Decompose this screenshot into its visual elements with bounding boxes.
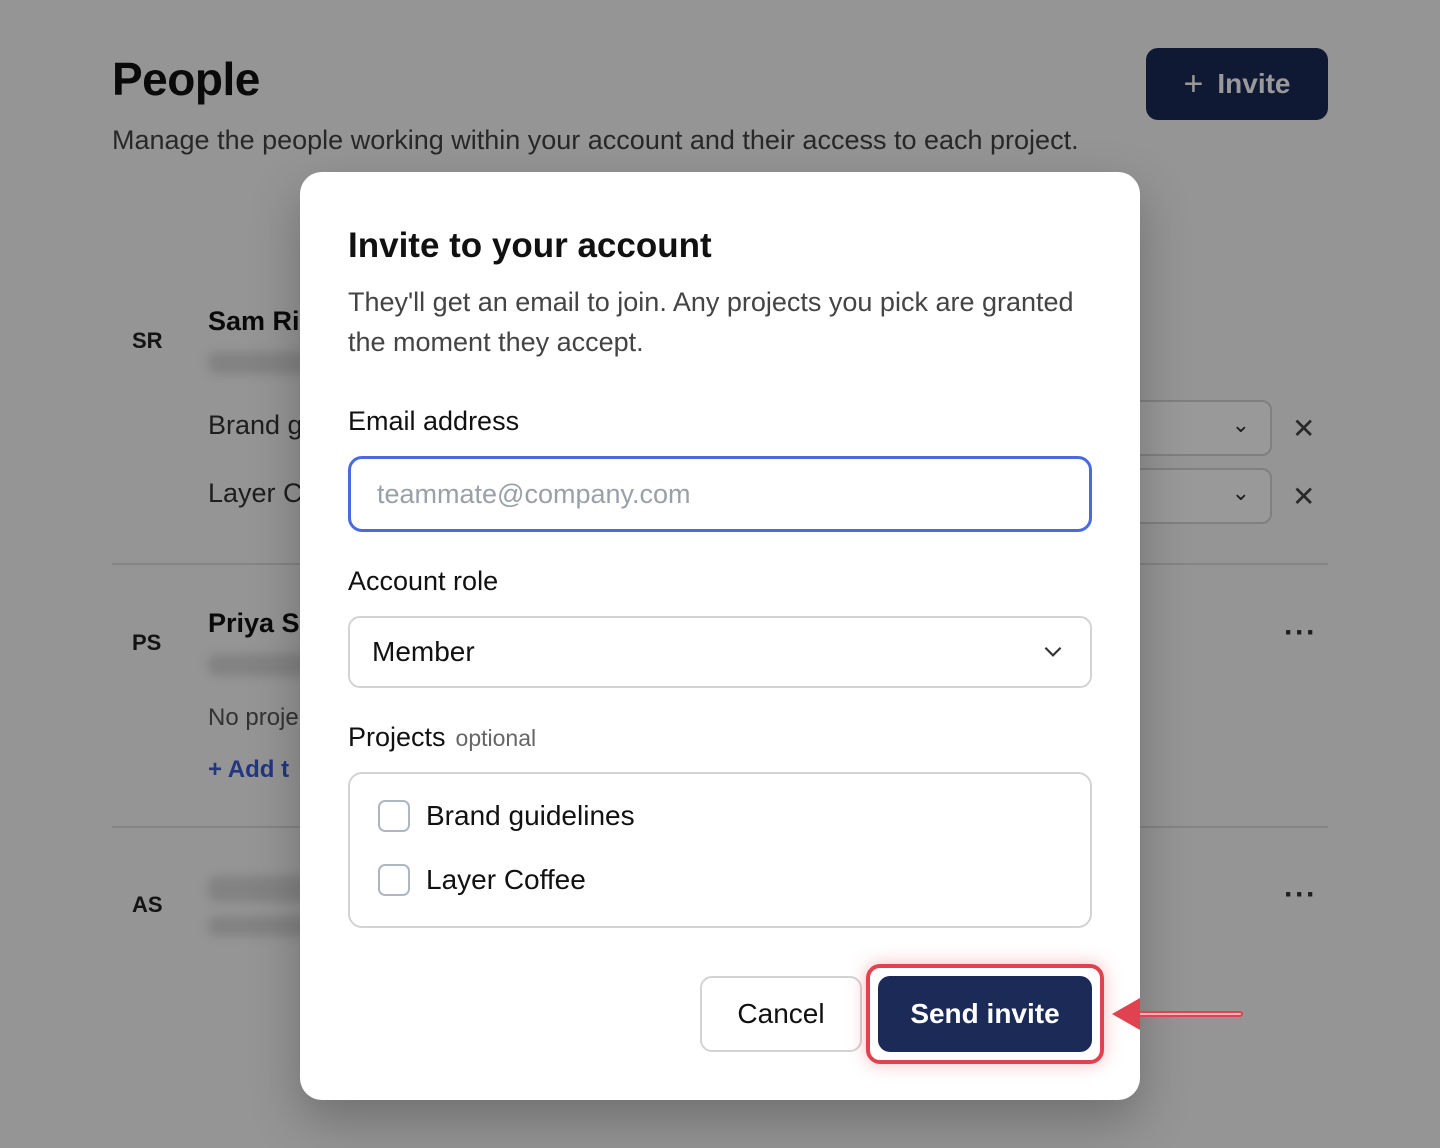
projects-list: Brand guidelines Layer Coffee <box>348 772 1092 928</box>
role-label: Account role <box>348 566 499 596</box>
checkbox[interactable] <box>378 800 410 832</box>
invite-modal: Invite to your account They'll get an em… <box>300 172 1140 1100</box>
project-option-brand-guidelines[interactable]: Brand guidelines <box>378 800 635 832</box>
project-option-layer-coffee[interactable]: Layer Coffee <box>378 864 586 896</box>
project-option-label: Layer Coffee <box>426 864 586 895</box>
pointer-arrow-icon <box>1112 998 1243 1030</box>
send-invite-button[interactable]: Send invite <box>878 976 1092 1052</box>
optional-hint: optional <box>455 725 537 751</box>
account-role-value: Member <box>372 636 475 667</box>
chevron-down-icon <box>1044 646 1062 657</box>
projects-label: Projects optional <box>348 722 536 753</box>
modal-title: Invite to your account <box>348 226 712 265</box>
projects-label-text: Projects <box>348 722 446 752</box>
checkbox[interactable] <box>378 864 410 896</box>
cancel-button[interactable]: Cancel <box>700 976 862 1052</box>
account-role-select[interactable]: Member <box>348 616 1092 688</box>
email-input[interactable] <box>348 456 1092 532</box>
email-label: Email address <box>348 406 520 436</box>
project-option-label: Brand guidelines <box>426 800 635 831</box>
modal-description: They'll get an email to join. Any projec… <box>348 287 1074 357</box>
